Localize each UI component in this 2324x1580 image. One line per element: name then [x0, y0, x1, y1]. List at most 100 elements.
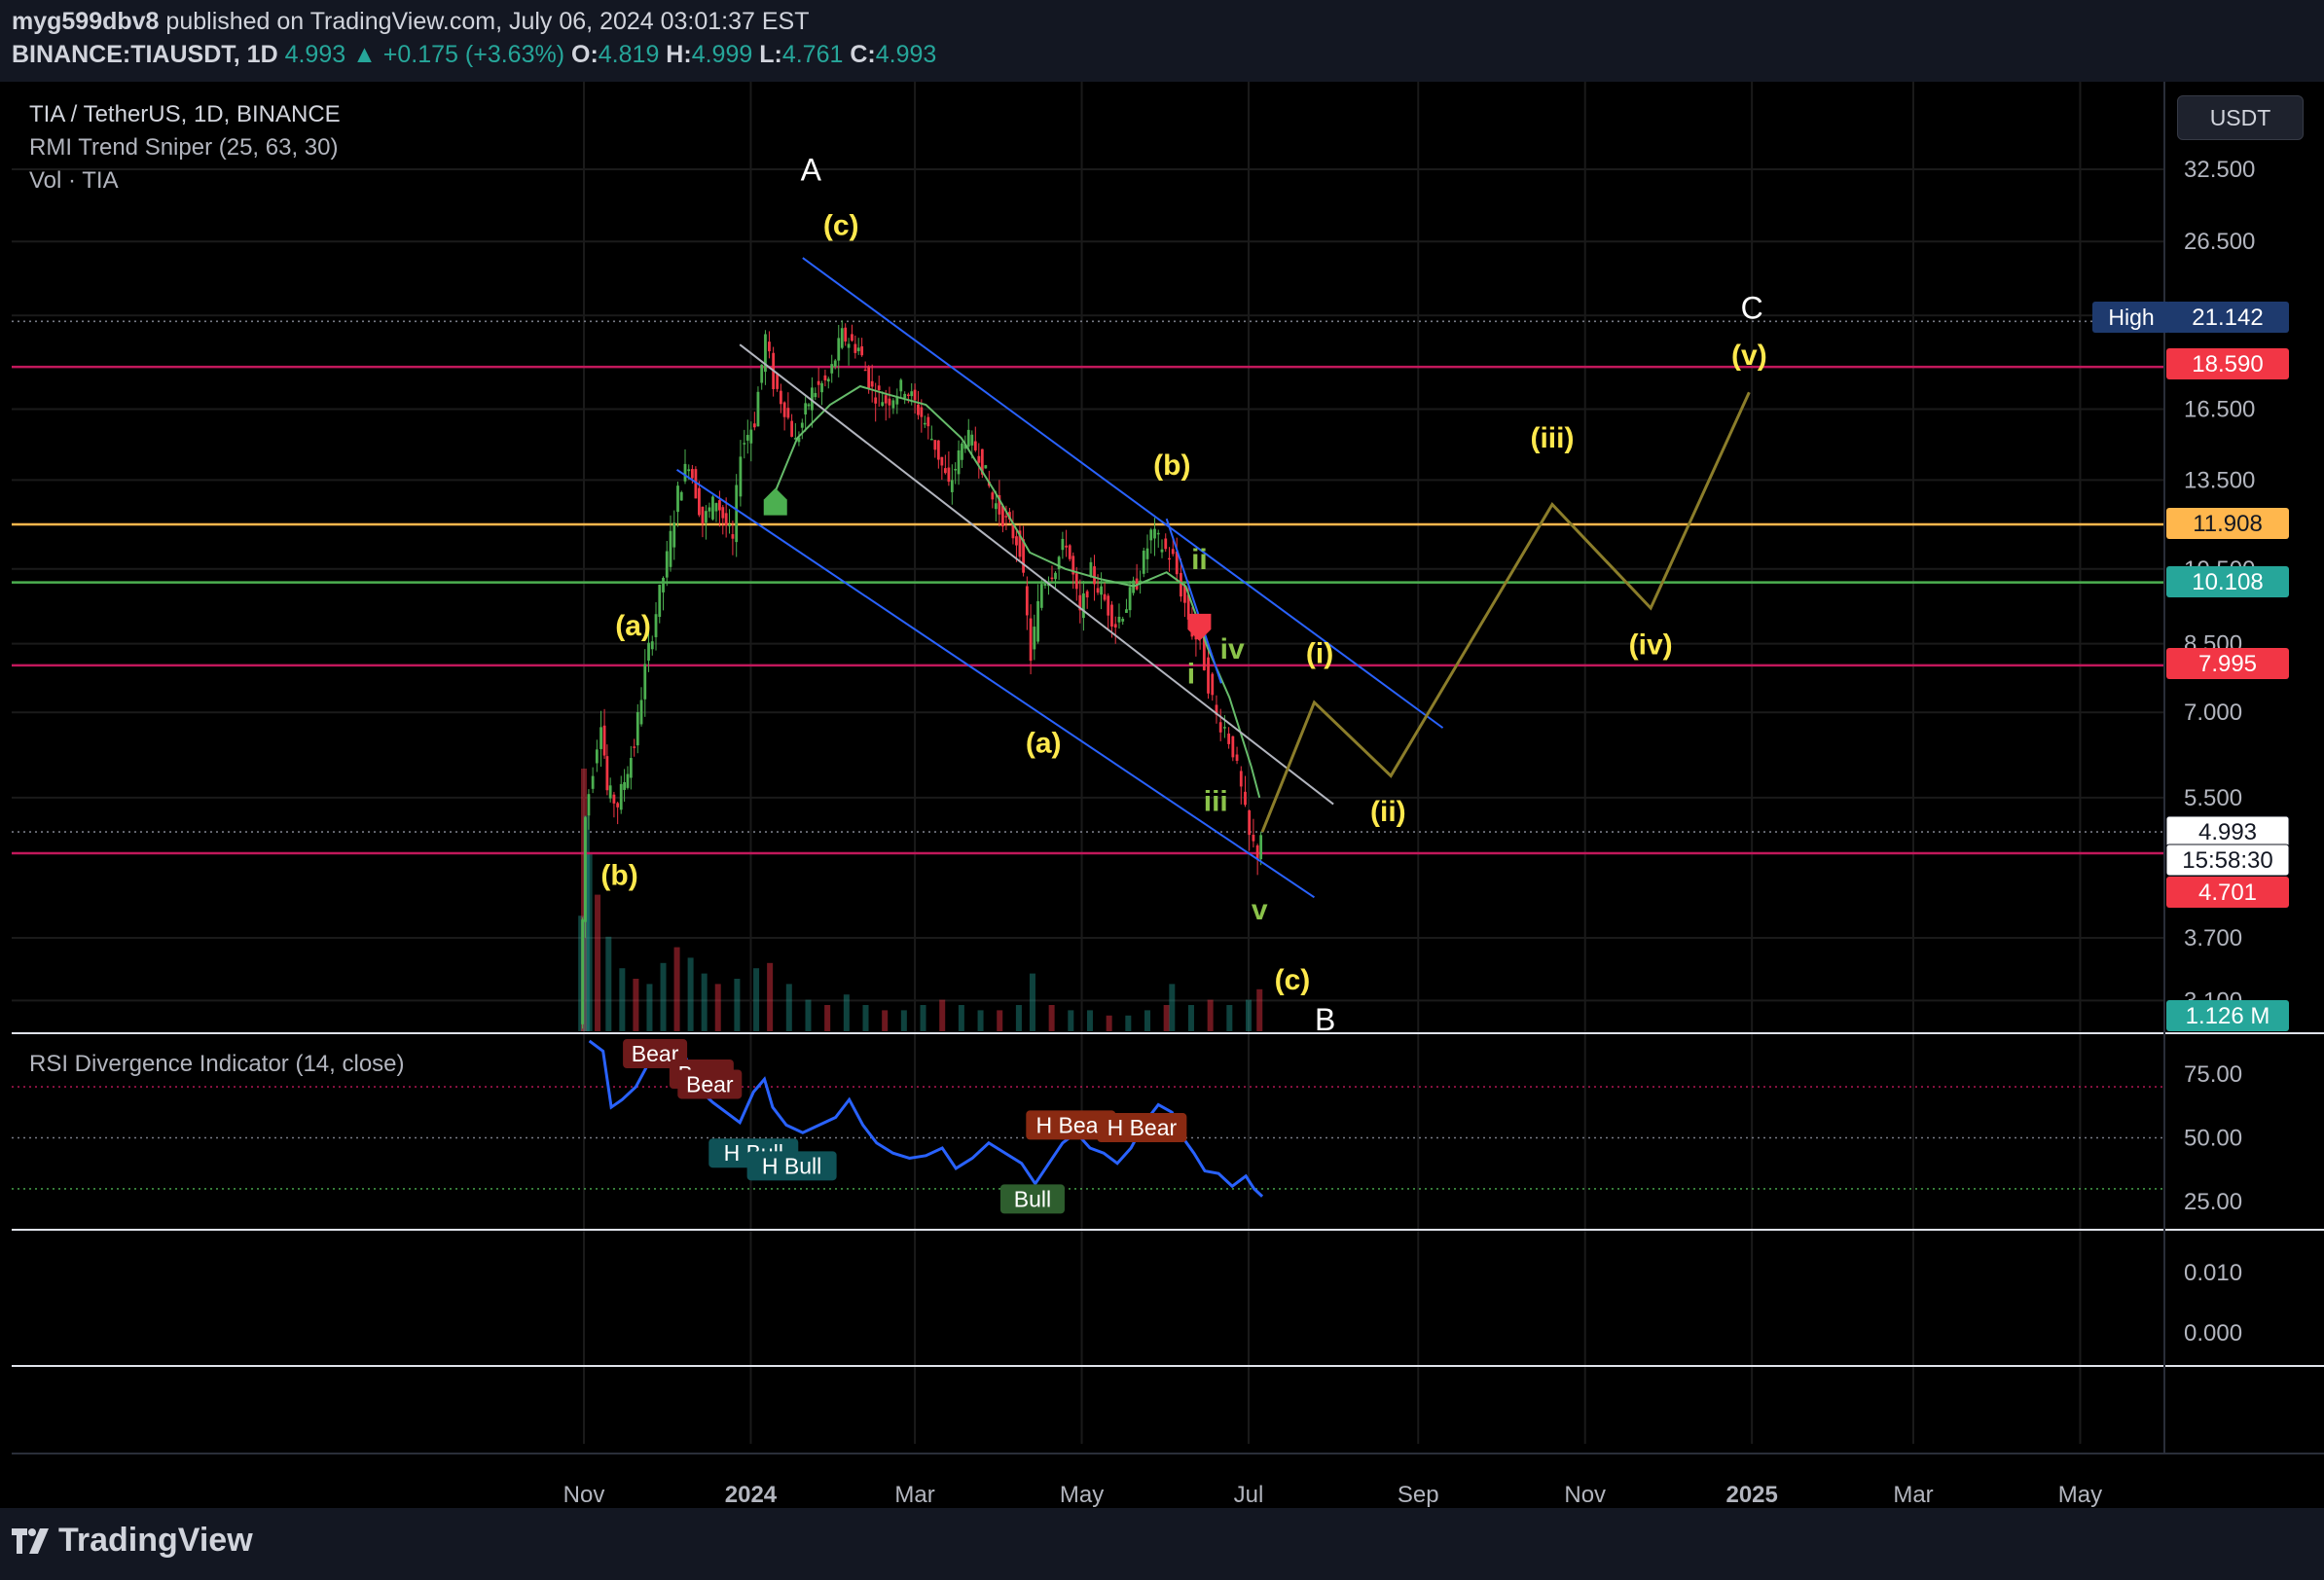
currency-button[interactable]: USDT — [2177, 95, 2304, 140]
candle-body — [1085, 591, 1089, 598]
candle-body — [994, 503, 998, 510]
candle-body — [863, 369, 867, 372]
volume-bar — [862, 1005, 869, 1031]
candle-body — [884, 395, 888, 404]
time-tick-label: Mar — [894, 1482, 934, 1508]
candle-body — [1207, 657, 1210, 694]
candle-body — [1160, 549, 1164, 553]
publish-info: myg599dbv8 published on TradingView.com,… — [12, 8, 810, 36]
wave-label: (ii) — [1370, 796, 1406, 828]
tradingview-brand-text: TradingView — [58, 1522, 253, 1559]
candle-body — [714, 503, 718, 512]
candle-body — [888, 398, 891, 406]
volume-bar — [1226, 1005, 1233, 1031]
price-tag-value: 15:58:30 — [2182, 847, 2272, 874]
candle-body — [1033, 627, 1036, 650]
volume-bar — [734, 979, 741, 1031]
candle-body — [587, 794, 591, 816]
high-key: H: — [666, 41, 692, 68]
candle-body — [947, 467, 951, 483]
volume-bar — [687, 957, 694, 1031]
candle-body — [756, 391, 760, 427]
time-tick-label: Jul — [1234, 1482, 1264, 1508]
candle-body — [877, 385, 881, 391]
volume-bar — [920, 1005, 926, 1031]
volume-bar — [714, 984, 721, 1031]
wave-label: (i) — [1306, 637, 1333, 669]
volume-bar — [767, 962, 774, 1031]
wave-label: (iv) — [1629, 628, 1673, 661]
candle-body — [658, 584, 662, 618]
candle-body — [639, 700, 643, 725]
candle-body — [721, 507, 725, 519]
candle-body — [1074, 573, 1078, 590]
candle-body — [735, 485, 739, 543]
candle-body — [1248, 810, 1252, 836]
candle-body — [840, 328, 844, 348]
chart-area[interactable]: A (c) C (v) (iii) (b) ii (a) iv (i) (iv) i (a) iii (ii… — [0, 82, 2324, 1508]
rsi-legend[interactable]: RSI Divergence Indicator (14, close) — [29, 1051, 405, 1078]
symbol-info-line: BINANCE:TIAUSDT, 1D 4.993 ▲ +0.175 (+3.6… — [12, 41, 936, 69]
volume-bar — [1144, 1010, 1151, 1031]
candle-body — [1107, 595, 1110, 616]
projection-path — [1260, 391, 1751, 833]
candle-body — [929, 438, 933, 441]
price-tag-title: High — [2108, 305, 2154, 330]
rmi-indicator-legend[interactable]: RMI Trend Sniper (25, 63, 30) — [29, 134, 338, 162]
time-tick-label: Nov — [563, 1482, 605, 1508]
tradingview-logo[interactable]: TradingView — [12, 1522, 253, 1560]
candle-body — [718, 500, 721, 511]
rsi-pane: BearBearBearH BullH BullBullH BearH Bear — [12, 82, 2324, 1454]
candle-body — [633, 746, 636, 748]
candle-body — [820, 382, 823, 393]
candle-body — [899, 379, 903, 392]
candle-body — [1164, 538, 1168, 550]
candle-body — [1142, 550, 1145, 574]
price-tick-label: 3.700 — [2184, 925, 2242, 952]
candle-body — [665, 551, 669, 578]
candle-body — [599, 727, 602, 749]
candle-body — [768, 341, 771, 352]
price-axis: 32.50026.50021.50016.50013.50010.5008.50… — [2092, 157, 2290, 1347]
candle-body — [807, 404, 811, 407]
time-tick-label: May — [1060, 1482, 1104, 1508]
volume-bar — [633, 979, 639, 1031]
rsi-divergence-label: H Bear — [1036, 1112, 1107, 1137]
tradingview-logo-icon — [12, 1527, 49, 1554]
candle-body — [977, 455, 981, 463]
wave-label: (a) — [1026, 727, 1062, 759]
open-key: O: — [571, 41, 599, 68]
candle-body — [1223, 727, 1226, 729]
candle-body — [891, 400, 895, 409]
candle-body — [612, 794, 616, 804]
volume-bar — [900, 1010, 907, 1031]
close-value: 4.993 — [875, 41, 937, 68]
volume-bar — [1246, 999, 1252, 1031]
volume-bar — [1169, 984, 1176, 1031]
candle-body — [920, 407, 924, 417]
volume-bar — [1068, 1010, 1074, 1031]
candle-body — [940, 456, 944, 466]
volume-bar — [1048, 1005, 1055, 1031]
candle-body — [1156, 532, 1160, 535]
wave-label: (c) — [823, 209, 859, 241]
volume-bar — [824, 1005, 831, 1031]
candle-body — [669, 530, 672, 567]
candle-body — [954, 468, 958, 471]
volume-legend[interactable]: Vol · TIA — [29, 167, 119, 195]
candle-body — [581, 919, 584, 1024]
candle-body — [1171, 549, 1175, 555]
publisher-name[interactable]: myg599dbv8 — [12, 8, 159, 35]
chart-canvas[interactable]: A(c)C(v)(iii)(b)ii(a)iv (i) (iv)i(a)iii (ii… — [0, 82, 2324, 1508]
wave-label: i — [1187, 658, 1195, 690]
candle-body — [970, 434, 974, 446]
volume-bar — [1029, 973, 1035, 1031]
price-tag-value: 7.995 — [2198, 651, 2257, 677]
candle-body — [923, 422, 926, 425]
candle-body — [584, 817, 587, 922]
volume-bar — [1187, 1005, 1194, 1031]
candle-body — [870, 380, 874, 387]
candle-body — [1029, 618, 1033, 662]
candle-body — [690, 469, 694, 479]
candle-body — [626, 773, 630, 788]
